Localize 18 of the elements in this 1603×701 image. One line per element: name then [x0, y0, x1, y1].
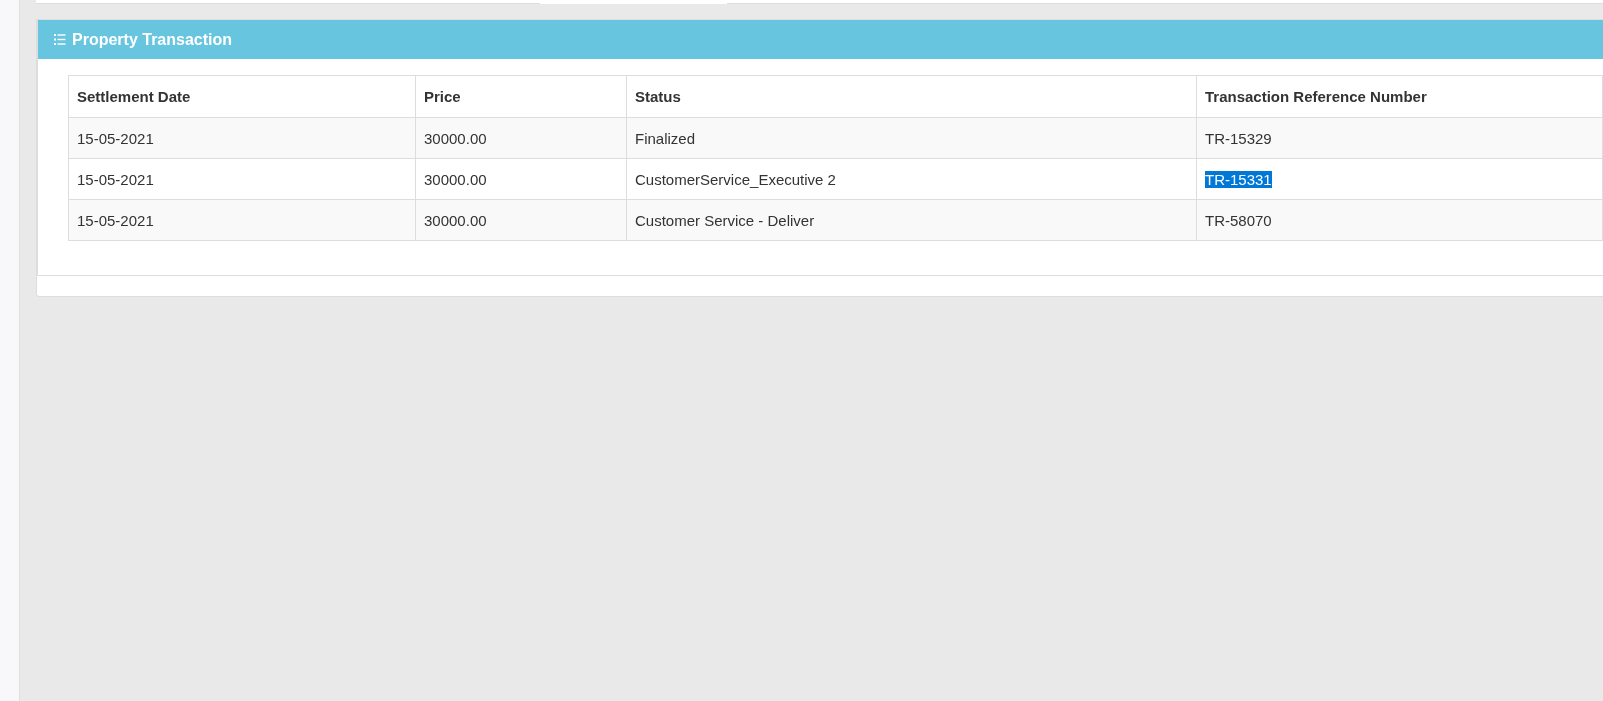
table-cell: TR-58070 — [1196, 199, 1603, 241]
table-cell: CustomerService_Executive 2 — [626, 158, 1197, 200]
table-cell: 30000.00 — [415, 117, 627, 159]
column-header: Price — [415, 75, 627, 118]
table-cell: Finalized — [626, 117, 1197, 159]
column-header: Settlement Date — [68, 75, 416, 118]
panel-title: Property Transaction — [72, 30, 233, 49]
table-cell: Customer Service - Deliver — [626, 199, 1197, 241]
table-cell: 30000.00 — [415, 199, 627, 241]
table-cell: 15-05-2021 — [68, 158, 416, 200]
list-icon — [54, 34, 66, 45]
selected-text: TR-15331 — [1205, 170, 1272, 188]
table-cell: 15-05-2021 — [68, 199, 416, 241]
column-header: Transaction Reference Number — [1196, 75, 1603, 118]
table-cell: 15-05-2021 — [68, 117, 416, 159]
table-cell: TR-15329 — [1196, 117, 1603, 159]
column-header: Status — [626, 75, 1197, 118]
table-cell: 30000.00 — [415, 158, 627, 200]
